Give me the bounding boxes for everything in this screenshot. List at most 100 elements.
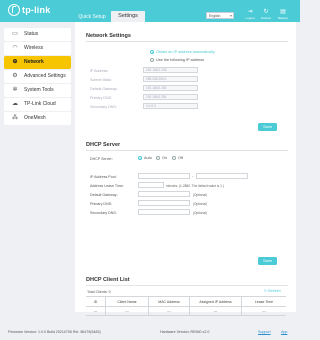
section-divider xyxy=(86,150,288,151)
dhcp-secondary-dns-label: Secondary DNS: xyxy=(90,211,117,215)
network-settings-title: Network Settings xyxy=(86,33,131,39)
dhcp-client-list-title: DHCP Client List xyxy=(86,277,130,283)
radio-label: On xyxy=(162,156,168,160)
lease-time-label: Address Lease Time: xyxy=(90,184,124,188)
sidebar-item-label: TP-Link Cloud xyxy=(24,101,56,107)
sidebar-item-label: Status xyxy=(24,31,39,37)
subnet-mask-field[interactable]: 255.255.255.0 xyxy=(143,76,198,82)
radio-obtain-automatically[interactable]: Obtain an IP address automatically xyxy=(150,50,215,54)
column-header: Assigned IP Address xyxy=(190,297,242,306)
column-header: Client Name xyxy=(106,297,149,306)
optional-note: (Optional) xyxy=(193,202,207,206)
language-select[interactable]: English xyxy=(206,12,234,19)
refresh-icon: ↻ xyxy=(264,289,268,293)
section-divider xyxy=(86,285,288,286)
support-link[interactable]: Support xyxy=(258,330,271,334)
ip-pool-start-field[interactable] xyxy=(138,173,190,179)
radio-button[interactable] xyxy=(172,156,176,160)
app-link[interactable]: App xyxy=(281,330,287,334)
mesh-icon: ⁂ xyxy=(12,115,18,121)
ip-address-field[interactable]: 192.168.0.246 xyxy=(143,67,198,73)
network-save-button[interactable]: Save xyxy=(258,123,277,131)
gear-icon: ⚙ xyxy=(12,73,18,79)
dhcp-default-gateway-field[interactable] xyxy=(138,191,190,197)
tab-quick-setup[interactable]: Quick Setup xyxy=(76,12,108,22)
tp-link-logo: tp-link xyxy=(8,4,50,16)
table-row: --- --- --- --- --- xyxy=(86,307,286,316)
logout-button[interactable]: ⇥ Logout xyxy=(243,9,257,21)
content-panel xyxy=(75,22,296,312)
logout-icon: ⇥ xyxy=(247,9,253,15)
table-cell: --- xyxy=(149,307,190,315)
optional-note: (Optional) xyxy=(193,211,207,215)
sidebar-item-status[interactable]: ▭ Status xyxy=(4,28,71,41)
tp-link-logo-icon xyxy=(8,4,20,16)
sidebar-item-label: System Tools xyxy=(24,87,54,93)
radio-label: Auto xyxy=(144,156,152,160)
logout-label: Logout xyxy=(245,16,255,20)
hardware-version: Hardware Version: RE650 v2.0 xyxy=(160,330,210,334)
footer: Firmware Version: 1.0.0 Build 20210706 R… xyxy=(0,326,300,340)
radio-label: Obtain an IP address automatically xyxy=(156,50,215,54)
sidebar-item-onemesh[interactable]: ⁂ OneMesh xyxy=(4,112,71,125)
client-table-header: ID Client Name MAC Address Assigned IP A… xyxy=(86,296,286,307)
reboot-label: Reboot xyxy=(261,16,271,20)
section-divider xyxy=(86,41,288,42)
firmware-version: Firmware Version: 1.0.0 Build 20210706 R… xyxy=(8,330,101,334)
backup-button[interactable]: ▤ Backup xyxy=(276,9,290,21)
default-gateway-label: Default Gateway: xyxy=(90,87,118,91)
column-header: MAC Address xyxy=(149,297,190,306)
radio-button[interactable] xyxy=(156,156,160,160)
total-clients-count: Total Clients: 0 xyxy=(87,290,111,294)
sidebar-item-label: OneMesh xyxy=(24,115,46,121)
table-cell: --- xyxy=(262,309,266,313)
default-gateway-field[interactable]: 192.168.0.254 xyxy=(143,85,198,91)
refresh-button[interactable]: ↻ Refresh xyxy=(264,289,281,293)
sidebar-item-network[interactable]: ⊕ Network xyxy=(4,56,71,69)
radio-dhcp-off[interactable]: Off xyxy=(172,156,183,160)
dhcp-secondary-dns-field[interactable] xyxy=(138,209,190,215)
sidebar-item-tp-link-cloud[interactable]: ☁ TP-Link Cloud xyxy=(4,98,71,111)
cloud-icon: ☁ xyxy=(12,101,18,107)
radio-use-static-ip[interactable]: Use the following IP address xyxy=(150,58,204,62)
status-icon: ▭ xyxy=(12,31,18,37)
dhcp-primary-dns-field[interactable] xyxy=(138,200,190,206)
table-cell: --- xyxy=(86,307,106,315)
primary-dns-field[interactable]: 192.168.0.254 xyxy=(143,94,198,100)
radio-button-selected[interactable] xyxy=(150,50,154,54)
radio-dhcp-auto[interactable]: Auto xyxy=(138,156,152,160)
ip-pool-separator: - xyxy=(192,174,194,178)
ip-pool-end-field[interactable] xyxy=(196,173,248,179)
radio-button[interactable] xyxy=(150,58,154,62)
backup-label: Backup xyxy=(277,16,288,20)
sidebar-item-label: Advanced Settings xyxy=(24,73,66,79)
ip-pool-label: IP Address Pool: xyxy=(90,175,117,179)
secondary-dns-field[interactable]: 0.0.0.0 xyxy=(143,103,198,109)
reboot-icon: ↻ xyxy=(263,9,269,15)
sidebar-item-label: Network xyxy=(24,59,44,65)
table-cell: --- xyxy=(106,307,149,315)
tools-icon: ✲ xyxy=(12,87,18,93)
subnet-mask-label: Subnet Mask: xyxy=(90,78,112,82)
dhcp-save-button[interactable]: Save xyxy=(258,257,277,265)
column-header: ID xyxy=(86,297,106,306)
brand-name: tp-link xyxy=(22,5,51,15)
tab-settings[interactable]: Settings xyxy=(111,11,145,22)
refresh-label: Refresh xyxy=(268,289,281,293)
dhcp-server-title: DHCP Server xyxy=(86,142,121,148)
radio-label: Use the following IP address xyxy=(156,58,205,62)
optional-note: (Optional) xyxy=(193,193,207,197)
lease-time-field[interactable] xyxy=(138,182,164,188)
top-header: tp-link Quick Setup Settings English ⇥ L… xyxy=(0,0,300,22)
sidebar-item-advanced-settings[interactable]: ⚙ Advanced Settings xyxy=(4,70,71,83)
reboot-button[interactable]: ↻ Reboot xyxy=(259,9,273,21)
sidebar-item-wireless[interactable]: ◠ Wireless xyxy=(4,42,71,55)
backup-icon: ▤ xyxy=(280,9,286,15)
sidebar-item-system-tools[interactable]: ✲ System Tools xyxy=(4,84,71,97)
radio-dhcp-on[interactable]: On xyxy=(156,156,167,160)
column-header: Lease Time xyxy=(254,299,274,304)
radio-button-selected[interactable] xyxy=(138,156,142,160)
radio-label: Off xyxy=(178,156,183,160)
secondary-dns-label: Secondary DNS: xyxy=(90,105,117,109)
ip-address-label: IP Address: xyxy=(90,69,109,73)
